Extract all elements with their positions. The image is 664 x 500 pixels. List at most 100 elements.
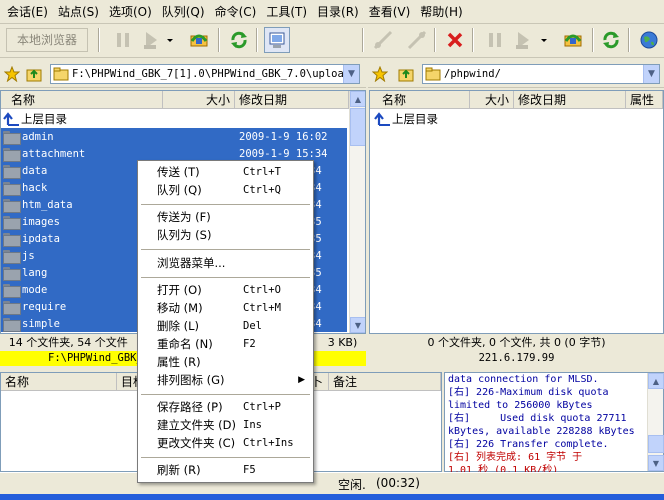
menu-bar: 会话(E) 站点(S) 选项(O) 队列(Q) 命令(C) 工具(T) 目录(R… bbox=[0, 0, 664, 24]
file-date: 2009-1-9 16:02 bbox=[239, 130, 328, 143]
refresh-icon[interactable] bbox=[226, 27, 252, 53]
log-scrollbar[interactable]: ▲ ▼ bbox=[647, 373, 664, 471]
pause-icon[interactable] bbox=[110, 27, 136, 53]
star-icon[interactable] bbox=[3, 65, 21, 83]
menu-separator bbox=[141, 249, 310, 250]
local-path-combo[interactable]: F:\PHPWind_GBK_7[1].0\PHPWind_GBK_7.0\up… bbox=[50, 64, 360, 84]
up-directory-row[interactable]: 上层目录 bbox=[370, 110, 660, 127]
menu-item-new-folder[interactable]: 建立文件夹 (D) Ins bbox=[138, 417, 313, 434]
log-line: [右] 226 Transfer complete. bbox=[448, 439, 609, 450]
menu-item-transfer[interactable]: 传送 (T) Ctrl+T bbox=[138, 164, 313, 181]
scroll-thumb[interactable] bbox=[350, 108, 365, 146]
scroll-up-icon[interactable]: ▲ bbox=[648, 373, 664, 389]
connect-icon[interactable] bbox=[370, 27, 396, 53]
scroll-up-icon[interactable]: ▲ bbox=[350, 91, 365, 107]
menu-view[interactable]: 查看(V) bbox=[364, 2, 416, 22]
toolbar-separator bbox=[434, 28, 436, 52]
up-directory-row[interactable]: 上层目录 bbox=[1, 110, 349, 127]
menu-item-queue[interactable]: 队列 (Q) Ctrl+Q bbox=[138, 182, 313, 199]
toolbar-separator bbox=[98, 28, 100, 52]
menu-tools[interactable]: 工具(T) bbox=[261, 2, 312, 22]
remote-path-text: /phpwind/ bbox=[444, 68, 501, 80]
scroll-down-icon[interactable]: ▼ bbox=[648, 455, 664, 471]
menu-item-browser-menu[interactable]: 浏览器菜单... bbox=[138, 255, 313, 272]
menu-separator bbox=[141, 457, 310, 458]
menu-item-save-path[interactable]: 保存路径 (P) Ctrl+P bbox=[138, 399, 313, 416]
menu-commands[interactable]: 命令(C) bbox=[210, 2, 262, 22]
globe-icon[interactable] bbox=[636, 27, 662, 53]
transfer-queue-icon[interactable] bbox=[186, 27, 212, 53]
transfer-go-icon[interactable] bbox=[138, 27, 164, 53]
menu-session[interactable]: 会话(E) bbox=[2, 2, 53, 22]
menu-item-transfer-as[interactable]: 传送为 (F) bbox=[138, 209, 313, 226]
status-idle: 空闲. bbox=[338, 478, 366, 492]
column-name[interactable]: 名称 bbox=[370, 91, 470, 109]
refresh-icon[interactable] bbox=[598, 27, 624, 53]
toolbar-separator bbox=[628, 28, 630, 52]
folder-icon bbox=[3, 283, 21, 298]
local-scrollbar[interactable]: ▲ ▼ bbox=[349, 91, 365, 333]
folder-icon bbox=[3, 164, 21, 179]
chevron-down-icon[interactable] bbox=[164, 27, 176, 53]
local-path-text: F:\PHPWind_GBK_7[1].0\PHPWind_GBK_7.0\up… bbox=[72, 68, 343, 80]
toolbar-separator bbox=[218, 28, 220, 52]
menu-options[interactable]: 选项(O) bbox=[104, 2, 157, 22]
toolbar-separator bbox=[256, 28, 258, 52]
column-date[interactable]: 修改日期 bbox=[514, 91, 626, 109]
menu-item-arrange-icons[interactable]: 排列图标 (G) ▶ bbox=[138, 372, 313, 389]
menu-item-delete[interactable]: 删除 (L) Del bbox=[138, 318, 313, 335]
scroll-thumb[interactable] bbox=[648, 435, 664, 453]
table-row[interactable]: admin 2009-1-9 16:02 bbox=[1, 128, 347, 145]
column-name[interactable]: 名称 bbox=[1, 373, 117, 391]
column-attributes[interactable]: 属性 bbox=[626, 91, 663, 109]
remote-path-combo[interactable]: /phpwind/ ▼ bbox=[422, 64, 660, 84]
toolbar: 本地浏览器 bbox=[0, 24, 664, 58]
column-size[interactable]: 大小 bbox=[470, 91, 514, 109]
log-line: [右] 列表完成: 61 字节 于 bbox=[448, 452, 583, 463]
column-size[interactable]: 大小 bbox=[163, 91, 235, 109]
toolbar-separator bbox=[362, 28, 364, 52]
folder-icon bbox=[3, 317, 21, 332]
up-folder-icon[interactable] bbox=[398, 66, 414, 82]
chevron-down-icon[interactable] bbox=[538, 27, 550, 53]
local-view-icon[interactable] bbox=[264, 27, 290, 53]
local-browser-button[interactable]: 本地浏览器 bbox=[6, 28, 88, 52]
file-date: 2009-1-9 15:34 bbox=[239, 147, 328, 160]
up-directory-label: 上层目录 bbox=[21, 111, 67, 126]
menu-item-change-folder[interactable]: 更改文件夹 (C) Ctrl+Ins bbox=[138, 435, 313, 452]
scroll-down-icon[interactable]: ▼ bbox=[350, 317, 365, 333]
up-folder-icon[interactable] bbox=[26, 66, 42, 82]
remote-address-bar: /phpwind/ ▼ bbox=[368, 60, 664, 88]
pause-icon[interactable] bbox=[482, 27, 508, 53]
menu-item-properties[interactable]: 属性 (R) bbox=[138, 354, 313, 371]
folder-icon bbox=[3, 232, 21, 247]
stop-icon[interactable] bbox=[442, 27, 468, 53]
transfer-go-icon[interactable] bbox=[510, 27, 536, 53]
menu-sites[interactable]: 站点(S) bbox=[53, 2, 104, 22]
chevron-down-icon[interactable]: ▼ bbox=[643, 65, 659, 83]
log-line: [右] Used disk quota 27711 bbox=[448, 413, 627, 424]
menu-directory[interactable]: 目录(R) bbox=[312, 2, 364, 22]
disconnect-icon[interactable] bbox=[404, 27, 430, 53]
folder-icon bbox=[3, 130, 21, 145]
menu-item-queue-as[interactable]: 队列为 (S) bbox=[138, 227, 313, 244]
menu-help[interactable]: 帮助(H) bbox=[415, 2, 467, 22]
column-name[interactable]: 名称 bbox=[1, 91, 163, 109]
menu-item-rename[interactable]: 重命名 (N) F2 bbox=[138, 336, 313, 353]
menu-item-open[interactable]: 打开 (O) Ctrl+O bbox=[138, 282, 313, 299]
menu-item-refresh[interactable]: 刷新 (R) F5 bbox=[138, 462, 313, 479]
folder-icon bbox=[3, 266, 21, 281]
menu-queue[interactable]: 队列(Q) bbox=[157, 2, 210, 22]
column-notes[interactable]: 备注 bbox=[329, 373, 441, 391]
context-menu: 传送 (T) Ctrl+T 队列 (Q) Ctrl+Q 传送为 (F) 队列为 (S… bbox=[137, 160, 314, 483]
star-icon[interactable] bbox=[371, 65, 389, 83]
log-line: [右] 226-Maximum disk quota bbox=[448, 387, 609, 398]
menu-separator bbox=[141, 394, 310, 395]
log-panel: data connection for MLSD. [右] 226-Maximu… bbox=[444, 372, 664, 476]
transfer-queue-icon[interactable] bbox=[560, 27, 586, 53]
column-date[interactable]: 修改日期 bbox=[235, 91, 349, 109]
folder-icon bbox=[3, 215, 21, 230]
chevron-down-icon[interactable]: ▼ bbox=[343, 65, 359, 83]
menu-item-move[interactable]: 移动 (M) Ctrl+M bbox=[138, 300, 313, 317]
remote-host: 221.6.179.99 bbox=[478, 352, 555, 364]
